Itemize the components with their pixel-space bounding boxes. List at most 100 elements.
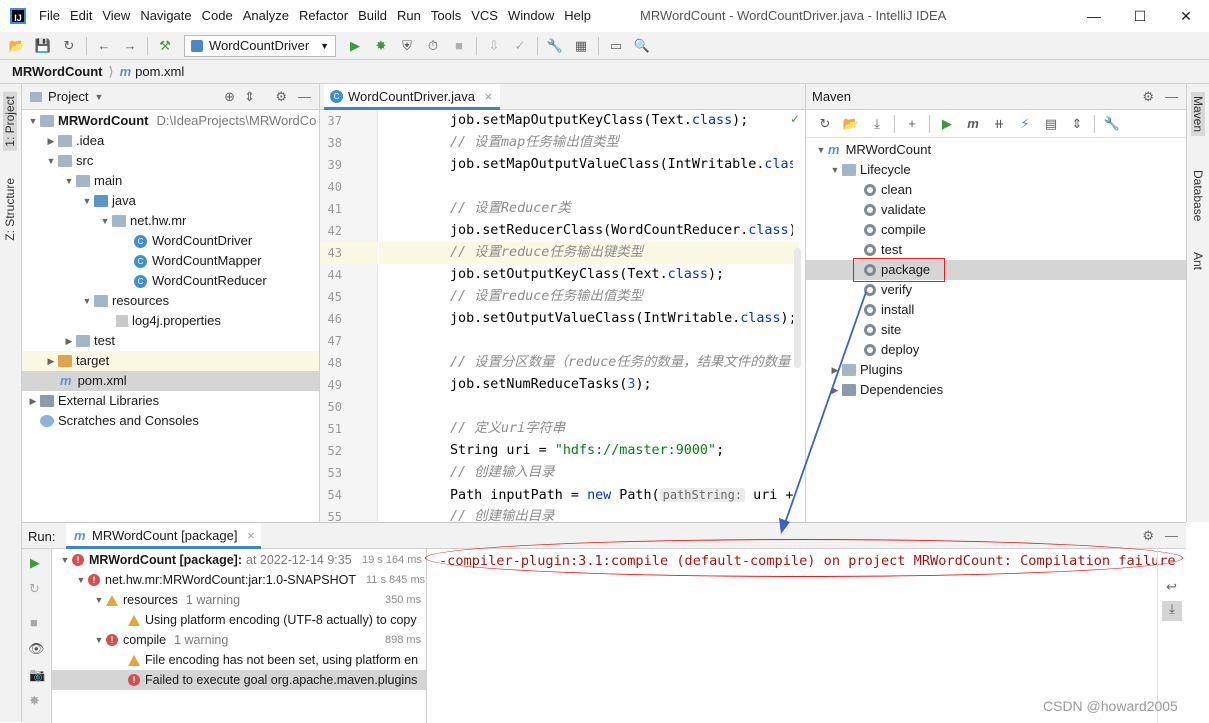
menu-help[interactable]: Help (559, 0, 596, 32)
maven-root[interactable]: ▼ m MRWordCount (814, 140, 932, 160)
maven-plugins[interactable]: ▶ Plugins (828, 360, 903, 380)
save-icon[interactable]: 💾 (32, 35, 54, 57)
debug-icon[interactable]: ✸ (370, 35, 392, 57)
gear-icon[interactable]: ⚙ (275, 89, 287, 105)
show-dependencies-icon[interactable]: ▤ (1040, 113, 1062, 135)
tree-item-main[interactable]: ▼ main (62, 171, 123, 191)
project-panel-title[interactable]: Project (48, 89, 88, 104)
code-area[interactable]: job.setMapOutputKeyClass(Text.class); //… (320, 110, 793, 522)
collapse-all-icon[interactable]: ⇕ (1066, 113, 1088, 135)
open-folder-icon[interactable]: 📂 (6, 35, 28, 57)
skip-tests-icon[interactable]: ⚡ (1014, 113, 1036, 135)
maven-tool-tab[interactable]: Maven (1191, 92, 1205, 137)
menu-run[interactable]: Run (392, 0, 426, 32)
soft-wrap-icon[interactable]: ↩ (1166, 579, 1177, 595)
tab-run-package[interactable]: m MRWordCount [package] × (66, 523, 261, 549)
menu-edit[interactable]: Edit (65, 0, 97, 32)
gear-icon[interactable]: ⚙ (1142, 89, 1154, 105)
maven-dependencies[interactable]: ▶ Dependencies (828, 380, 944, 400)
tree-item-idea[interactable]: ▶ .idea (44, 131, 105, 151)
reload-icon[interactable]: ↻ (814, 113, 836, 135)
tree-row[interactable]: Using platform encoding (UTF-8 actually)… (52, 610, 426, 630)
tree-item-resources[interactable]: ▼ resources (80, 291, 170, 311)
maven-goal-validate[interactable]: validate (864, 200, 926, 220)
locate-icon[interactable]: ⊕ (224, 89, 235, 105)
editor-scrollbar[interactable] (794, 248, 801, 368)
tree-item-package[interactable]: ▼ net.hw.mr (98, 211, 187, 231)
console-output[interactable]: -compiler-plugin:3.1:compile (default-co… (425, 539, 1183, 723)
tree-item-external-libraries[interactable]: ▶ External Libraries (26, 391, 160, 411)
tree-item-reducer[interactable]: C WordCountReducer (134, 271, 267, 291)
project-tool-tab[interactable]: 1: Project (3, 92, 17, 151)
maven-goal-install[interactable]: install (864, 300, 914, 320)
tab-wordcountdriver[interactable]: C WordCountDriver.java × (324, 84, 501, 110)
close-tab-icon[interactable]: × (247, 528, 255, 543)
tree-row[interactable]: File encoding has not been set, using pl… (52, 650, 426, 670)
maven-goal-test[interactable]: test (864, 240, 902, 260)
chevron-down-icon[interactable]: ▼ (94, 92, 103, 102)
tree-row[interactable]: ▼! net.hw.mr:MRWordCount:jar:1.0-SNAPSHOT… (52, 570, 426, 590)
maven-goal-deploy[interactable]: deploy (864, 340, 919, 360)
menu-analyze[interactable]: Analyze (238, 0, 294, 32)
menu-build[interactable]: Build (353, 0, 392, 32)
maven-goal-site[interactable]: site (864, 320, 901, 340)
sync-icon[interactable]: ↻ (58, 35, 80, 57)
close-tab-icon[interactable]: × (485, 89, 493, 104)
tree-row[interactable]: ▼! MRWordCount [package]: at 2022-12-14 9:… (52, 550, 426, 570)
maven-goal-compile[interactable]: compile (864, 220, 926, 240)
hide-icon[interactable]: — (1165, 528, 1178, 543)
tree-item-target[interactable]: ▶ target (22, 351, 319, 371)
tree-item-scratches[interactable]: Scratches and Consoles (40, 411, 199, 431)
download-icon[interactable]: ⤓ (866, 113, 888, 135)
tree-row[interactable]: ▼! compile 1 warning 898 ms (52, 630, 426, 650)
tree-item-java[interactable]: ▼ java (80, 191, 136, 211)
forward-icon[interactable]: → (119, 35, 141, 57)
minimize-button[interactable]: — (1071, 0, 1117, 32)
tree-item-driver[interactable]: C WordCountDriver (134, 231, 252, 251)
menu-navigate[interactable]: Navigate (135, 0, 196, 32)
project-structure-icon[interactable]: ▦ (570, 35, 592, 57)
maven-goal-verify[interactable]: verify (864, 280, 912, 300)
tree-item-mapper[interactable]: C WordCountMapper (134, 251, 262, 271)
debug-icon[interactable]: ✸ (29, 693, 40, 709)
ant-tool-tab[interactable]: Ant (1191, 252, 1205, 270)
wrench-icon[interactable]: 🔧 (544, 35, 566, 57)
back-icon[interactable]: ← (93, 35, 115, 57)
menu-code[interactable]: Code (197, 0, 238, 32)
tree-item-pom[interactable]: m pom.xml (22, 371, 319, 391)
stop-icon[interactable]: ■ (448, 35, 470, 57)
rerun-failed-icon[interactable]: ↻ (29, 581, 40, 597)
gear-icon[interactable]: ⚙ (1142, 528, 1154, 544)
menu-tools[interactable]: Tools (426, 0, 466, 32)
generate-sources-icon[interactable]: 📂 (840, 113, 862, 135)
menu-vcs[interactable]: VCS (466, 0, 503, 32)
profile-icon[interactable]: ⏱ (422, 35, 444, 57)
tree-row[interactable]: ▼ resources 1 warning 350 ms (52, 590, 426, 610)
terminal-icon[interactable]: ▭ (605, 35, 627, 57)
breadcrumb-project[interactable]: MRWordCount (12, 64, 103, 79)
hide-icon[interactable]: — (298, 89, 311, 104)
collapse-all-icon[interactable]: ⇕ (244, 89, 255, 105)
run-icon[interactable]: ▶ (344, 35, 366, 57)
breadcrumb-file[interactable]: pom.xml (135, 64, 184, 79)
coverage-icon[interactable]: ⛨ (396, 35, 418, 57)
tree-item-src[interactable]: ▼ src (44, 151, 94, 171)
menu-window[interactable]: Window (503, 0, 559, 32)
toggle-offline-icon[interactable]: ⧺ (988, 113, 1010, 135)
menu-file[interactable]: File (34, 0, 65, 32)
maven-lifecycle[interactable]: ▼ Lifecycle (828, 160, 911, 180)
close-button[interactable]: ✕ (1163, 0, 1209, 32)
menu-view[interactable]: View (97, 0, 135, 32)
vcs-update-icon[interactable]: ⇩ (483, 35, 505, 57)
tree-item-log4j[interactable]: log4j.properties (116, 311, 221, 331)
wrench-icon[interactable]: 🔧 (1101, 113, 1123, 135)
maven-goal-icon[interactable]: m (962, 113, 984, 135)
stop-icon[interactable]: ■ (30, 615, 38, 630)
menu-refactor[interactable]: Refactor (294, 0, 353, 32)
tree-item-root[interactable]: ▼ MRWordCount D:\IdeaProjects\MRWordCo (26, 111, 320, 131)
database-tool-tab[interactable]: Database (1191, 170, 1205, 221)
add-icon[interactable]: + (901, 113, 923, 135)
maven-goal-clean[interactable]: clean (864, 180, 912, 200)
run-icon[interactable]: ▶ (936, 113, 958, 135)
scroll-to-end-icon[interactable]: ⤓ (1162, 601, 1182, 621)
